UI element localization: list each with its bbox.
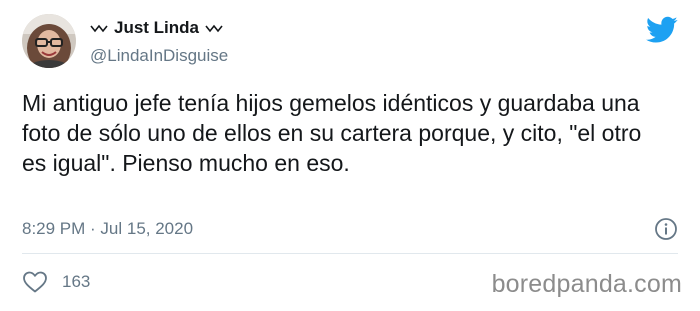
tweet-card: Just Linda @LindaInDisguise Mi antiguo j… [0,0,700,311]
tweet-text: Mi antiguo jefe tenía hijos gemelos idén… [22,90,642,176]
display-name[interactable]: Just Linda [114,18,199,38]
like-count: 163 [62,272,91,291]
tweet-header: Just Linda @LindaInDisguise [90,16,228,66]
squiggle-right-icon [205,24,223,33]
info-icon[interactable] [654,217,678,241]
watermark: boredpanda.com [491,270,682,298]
heart-icon[interactable] [22,270,48,294]
like-action[interactable]: 163 [22,270,90,294]
twitter-bird-icon[interactable] [646,16,678,44]
squiggle-left-icon [90,24,108,33]
avatar[interactable] [22,14,76,68]
tweet-timestamp[interactable]: 8:29 PM · Jul 15, 2020 [22,219,193,239]
user-handle[interactable]: @LindaInDisguise [90,46,228,66]
divider [22,253,678,254]
name-row: Just Linda [90,16,228,40]
